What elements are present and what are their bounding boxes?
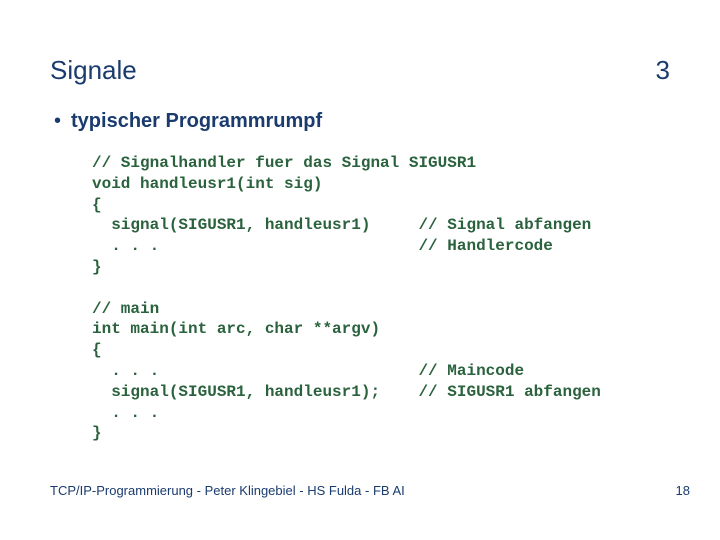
- code-block: // Signalhandler fuer das Signal SIGUSR1…: [92, 153, 670, 444]
- slide-title-number: 3: [656, 55, 670, 86]
- bullet-label: typischer Programmrumpf: [71, 110, 322, 133]
- slide-title: Signale: [50, 55, 137, 86]
- title-row: Signale 3: [50, 55, 670, 86]
- page-number: 18: [676, 483, 690, 498]
- slide: Signale 3 • typischer Programmrumpf // S…: [0, 0, 720, 540]
- footer: TCP/IP-Programmierung - Peter Klingebiel…: [50, 483, 690, 498]
- footer-text: TCP/IP-Programmierung - Peter Klingebiel…: [50, 483, 405, 498]
- bullet-item: • typischer Programmrumpf: [54, 110, 670, 133]
- bullet-dot-icon: •: [54, 111, 61, 131]
